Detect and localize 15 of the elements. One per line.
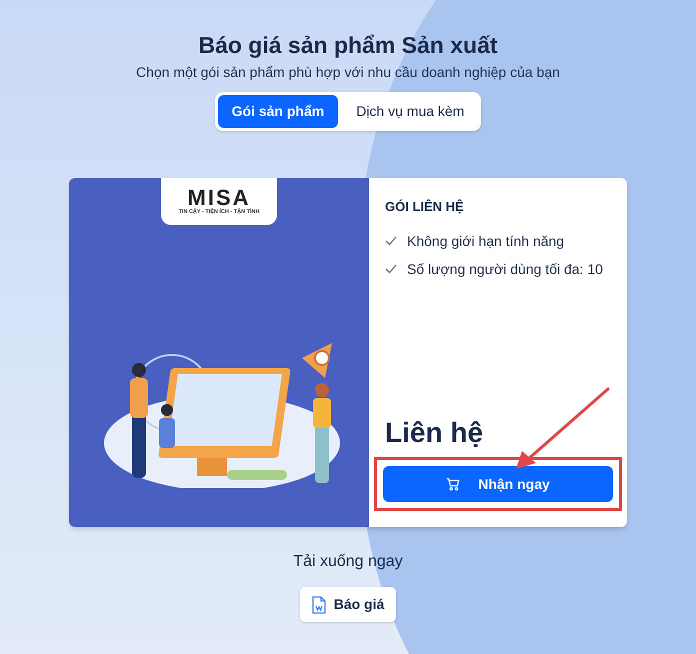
check-icon xyxy=(385,264,397,274)
cart-icon xyxy=(446,477,460,491)
feature-text: Không giới hạn tính năng xyxy=(407,233,564,249)
document-icon xyxy=(312,596,326,614)
download-label: Tải xuống ngay xyxy=(293,552,403,572)
get-now-button[interactable]: Nhận ngay xyxy=(383,466,613,502)
page-title: Báo giá sản phẩm Sản xuất xyxy=(198,31,498,59)
plan-price: Liên hệ xyxy=(385,417,484,449)
feature-text: Số lượng người dùng tối đa: 10 xyxy=(407,261,603,277)
plan-name: GÓI LIÊN HỆ xyxy=(385,199,465,215)
check-icon xyxy=(385,236,397,246)
quote-button[interactable]: Báo giá xyxy=(300,587,396,622)
logo-wordmark: MISA xyxy=(188,187,250,209)
page-subtitle: Chọn một gói sản phẩm phù hợp với nhu cầu doanh nghiệp của bạn xyxy=(136,63,560,81)
tab[interactable]: Gói sản phẩm xyxy=(218,95,338,128)
